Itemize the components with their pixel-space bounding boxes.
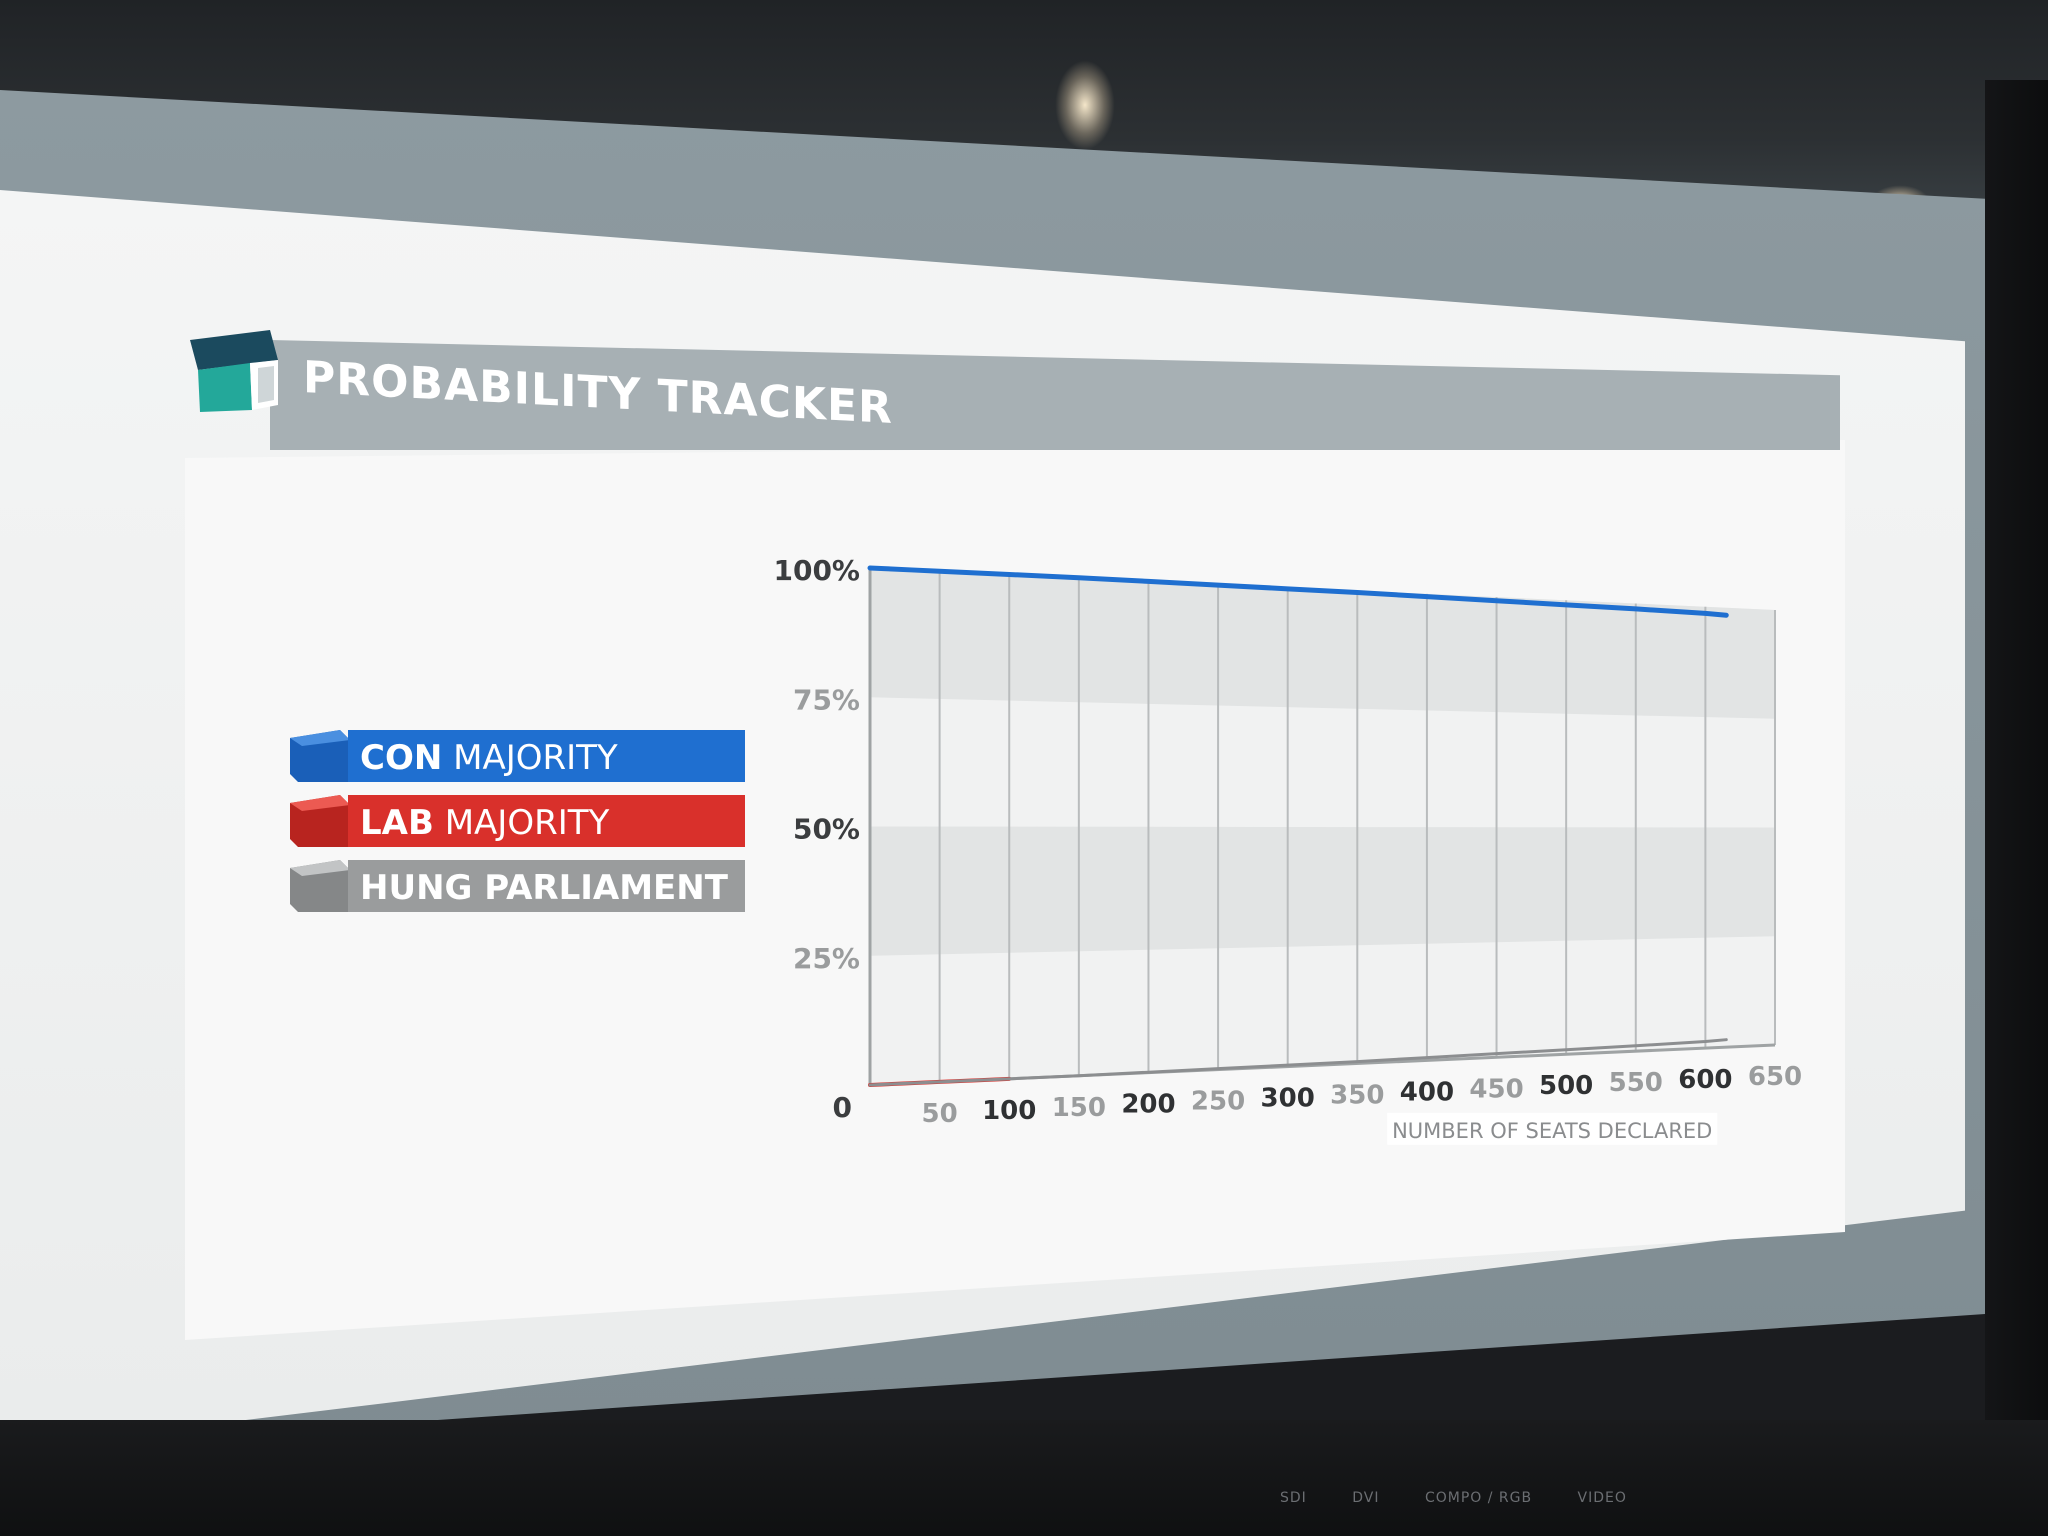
x-tick-label: 350 [1330,1080,1384,1110]
monitor-bezel-bottom [0,1420,2048,1536]
x-tick-label: 100 [982,1096,1036,1126]
probability-chart: 0 25% 50% 75% 100% 50 100 150 200 250 300 350 400 450… [773,554,1802,1145]
y-tick-label: 50% [793,813,860,846]
bezel-label-video: VIDEO [1577,1490,1627,1506]
y-tick-label: 0 [833,1091,852,1124]
y-tick-label: 100% [773,554,860,587]
x-tick-label: 250 [1191,1087,1245,1117]
monitor-bezel-right [1985,80,2048,1536]
x-axis-label: NUMBER OF SEATS DECLARED [1392,1119,1712,1143]
plot-band [870,826,1775,956]
x-tick-label: 300 [1261,1084,1315,1114]
x-tick-label: 550 [1609,1068,1663,1098]
bezel-label-sdi: SDI [1280,1490,1307,1506]
y-tick-label: 75% [793,683,860,716]
bezel-input-labels: SDI DVI COMPO / RGB VIDEO [1280,1490,1700,1520]
x-tick-label: 450 [1469,1074,1523,1104]
bezel-label-dvi: DVI [1352,1490,1380,1506]
x-tick-label: 400 [1400,1077,1454,1107]
x-tick-label: 200 [1121,1090,1175,1120]
bezel-label-compo: COMPO / RGB [1424,1490,1533,1506]
x-tick-label: 650 [1748,1062,1802,1092]
x-tick-label: 150 [1052,1093,1106,1123]
x-tick-label: 500 [1539,1071,1593,1101]
x-tick-label: 600 [1678,1065,1732,1095]
y-tick-label: 25% [793,942,860,975]
x-tick-label: 50 [922,1099,958,1129]
